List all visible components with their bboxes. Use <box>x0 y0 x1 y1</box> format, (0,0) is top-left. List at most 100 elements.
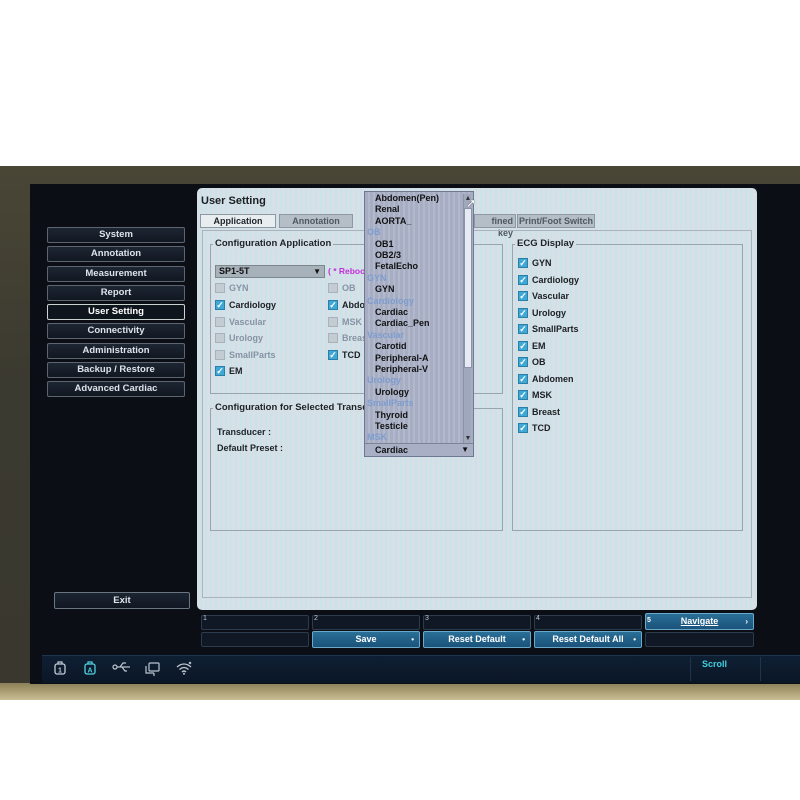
tab-print-foot-switch[interactable]: Print/Foot Switch <box>517 214 595 228</box>
app-checkbox-urology[interactable]: Urology <box>215 333 263 343</box>
tab-user-defined-key[interactable]: fined key <box>474 214 516 238</box>
sidebar-item-advanced-cardiac[interactable]: Advanced Cardiac <box>47 381 185 398</box>
transducer-label: Transducer : <box>217 427 272 437</box>
transducer-select[interactable]: SP1-5T ▼ <box>215 265 325 278</box>
reset-default-all-button[interactable]: Reset Default All • <box>534 631 642 648</box>
dropdown-option[interactable]: OB1 <box>365 239 394 251</box>
sidebar-item-system[interactable]: System <box>47 227 185 243</box>
sidebar-item-user-setting[interactable]: User Setting <box>47 304 185 321</box>
checkbox-unchecked-icon <box>215 317 225 327</box>
checkbox-label: TCD <box>532 423 551 433</box>
checkbox-label: SmallParts <box>532 324 579 334</box>
tab-annotation[interactable]: Annotation <box>279 214 353 228</box>
softkey-3-top[interactable]: 3 <box>423 615 531 630</box>
probe-1-icon[interactable]: 1 <box>54 661 66 678</box>
ecg-checkbox-smallparts[interactable]: ✓ SmallParts <box>518 324 579 334</box>
dropdown-option[interactable]: Peripheral-V <box>365 364 428 376</box>
sidebar-item-connectivity[interactable]: Connectivity <box>47 323 185 340</box>
ecg-checkbox-gyn[interactable]: ✓ GYN <box>518 258 552 268</box>
default-preset-select[interactable]: Cardiac ▼ <box>365 443 473 456</box>
group-title: ECG Display <box>515 238 577 249</box>
dropdown-option[interactable]: Urology <box>365 387 409 399</box>
app-checkbox-abdomen[interactable]: ✓ Abdo <box>328 300 365 310</box>
app-checkbox-breast[interactable]: Breas <box>328 333 367 343</box>
save-button[interactable]: Save • <box>312 631 420 648</box>
a-mode-icon[interactable]: A <box>84 661 96 678</box>
scroll-thumb[interactable] <box>464 208 472 368</box>
dropdown-scrollbar[interactable]: ▲ ▼ <box>463 194 472 444</box>
softkey-2-top[interactable]: 2 <box>312 615 420 630</box>
checkbox-checked-icon: ✓ <box>518 274 528 285</box>
ecg-checkbox-tcd[interactable]: ✓ TCD <box>518 423 551 433</box>
dropdown-option[interactable]: GYN <box>365 284 395 296</box>
app-checkbox-ob[interactable]: OB <box>328 283 356 293</box>
dropdown-option[interactable]: Peripheral-A <box>365 353 429 365</box>
checkbox-checked-icon: ✓ <box>215 299 225 310</box>
ecg-checkbox-msk[interactable]: ✓ MSK <box>518 390 552 400</box>
exit-button[interactable]: Exit <box>54 592 190 609</box>
usb-icon[interactable] <box>112 661 132 676</box>
navigate-button[interactable]: 5 Navigate › <box>645 613 754 630</box>
dropdown-option[interactable]: Cardiac <box>365 307 408 319</box>
checkbox-label: GYN <box>532 258 552 268</box>
ecg-checkbox-urology[interactable]: ✓ Urology <box>518 308 566 318</box>
app-checkbox-msk[interactable]: MSK <box>328 317 362 327</box>
ecg-checkbox-ob[interactable]: ✓ OB <box>518 357 546 367</box>
app-checkbox-smallparts[interactable]: SmallParts <box>215 350 276 360</box>
softkey-1-top[interactable]: 1 <box>201 615 309 630</box>
application-tab-panel: Configuration Application SP1-5T ▼ ( * R… <box>202 230 752 598</box>
checkbox-label: OB <box>532 357 546 367</box>
checkbox-label: Abdomen <box>532 374 574 384</box>
dropdown-option[interactable]: Abdomen(Pen) <box>365 193 439 205</box>
scroll-down-icon[interactable]: ▼ <box>464 434 472 443</box>
checkbox-checked-icon: ✓ <box>328 349 338 360</box>
tab-application[interactable]: Application <box>200 214 276 228</box>
app-checkbox-em[interactable]: ✓ EM <box>215 366 243 376</box>
ecg-checkbox-breast[interactable]: ✓ Breast <box>518 407 560 417</box>
checkbox-checked-icon: ✓ <box>518 422 528 433</box>
checkbox-checked-icon: ✓ <box>518 340 528 351</box>
checkbox-label: Vascular <box>532 291 570 301</box>
sidebar-item-measurement[interactable]: Measurement <box>47 265 185 282</box>
sidebar-item-administration[interactable]: Administration <box>47 342 185 359</box>
checkbox-checked-icon: ✓ <box>518 323 528 334</box>
checkbox-unchecked-icon <box>215 333 225 343</box>
dropdown-group-header: Cardiology <box>367 295 415 306</box>
checkbox-label: MSK <box>532 390 552 400</box>
checkbox-label: Urology <box>532 308 567 318</box>
checkbox-label: MSK <box>342 317 362 327</box>
checkbox-label: Breast <box>532 407 561 417</box>
svg-text:1: 1 <box>58 668 62 675</box>
checkbox-label: Vascular <box>229 317 267 327</box>
dropdown-option[interactable]: OB2/3 <box>365 250 401 262</box>
dropdown-option[interactable]: Carotid <box>365 341 407 353</box>
softkey-4-top[interactable]: 4 <box>534 615 642 630</box>
ecg-checkbox-abdomen[interactable]: ✓ Abdomen <box>518 374 574 384</box>
ecg-checkbox-vascular[interactable]: ✓ Vascular <box>518 291 569 301</box>
reset-default-button[interactable]: Reset Default • <box>423 631 531 648</box>
app-checkbox-gyn[interactable]: GYN <box>215 283 249 293</box>
dropdown-option[interactable]: Thyroid <box>365 410 408 422</box>
checkbox-label: TCD <box>342 350 361 360</box>
app-checkbox-cardiology[interactable]: ✓ Cardiology <box>215 300 276 310</box>
checkbox-label: GYN <box>229 283 249 293</box>
app-checkbox-vascular[interactable]: Vascular <box>215 317 266 327</box>
ecg-checkbox-cardiology[interactable]: ✓ Cardiology <box>518 275 579 285</box>
softkey-5-bottom[interactable] <box>645 632 754 647</box>
dropdown-option[interactable]: Renal <box>365 204 400 216</box>
scroll-mode-label[interactable]: Scroll <box>702 659 727 669</box>
dropdown-option[interactable]: FetalEcho <box>365 261 418 273</box>
dialog-title: User Setting <box>201 195 266 207</box>
default-preset-dropdown-list[interactable]: Abdomen(Pen) Renal AORTA_ OB OB1 OB2/3 FetalEc… <box>364 191 474 457</box>
sidebar-item-backup-restore[interactable]: Backup / Restore <box>47 362 185 379</box>
network-icon[interactable] <box>144 661 162 680</box>
dropdown-option[interactable]: AORTA_ <box>365 216 411 228</box>
ecg-checkbox-em[interactable]: ✓ EM <box>518 341 546 351</box>
wifi-icon[interactable] <box>175 661 193 678</box>
softkey-1-bottom[interactable] <box>201 632 309 647</box>
sidebar-item-annotation[interactable]: Annotation <box>47 246 185 263</box>
dropdown-option[interactable]: Testicle <box>365 421 408 433</box>
app-checkbox-tcd[interactable]: ✓ TCD <box>328 350 361 360</box>
sidebar-item-report[interactable]: Report <box>47 284 185 301</box>
dropdown-option[interactable]: Cardiac_Pen <box>365 318 430 330</box>
